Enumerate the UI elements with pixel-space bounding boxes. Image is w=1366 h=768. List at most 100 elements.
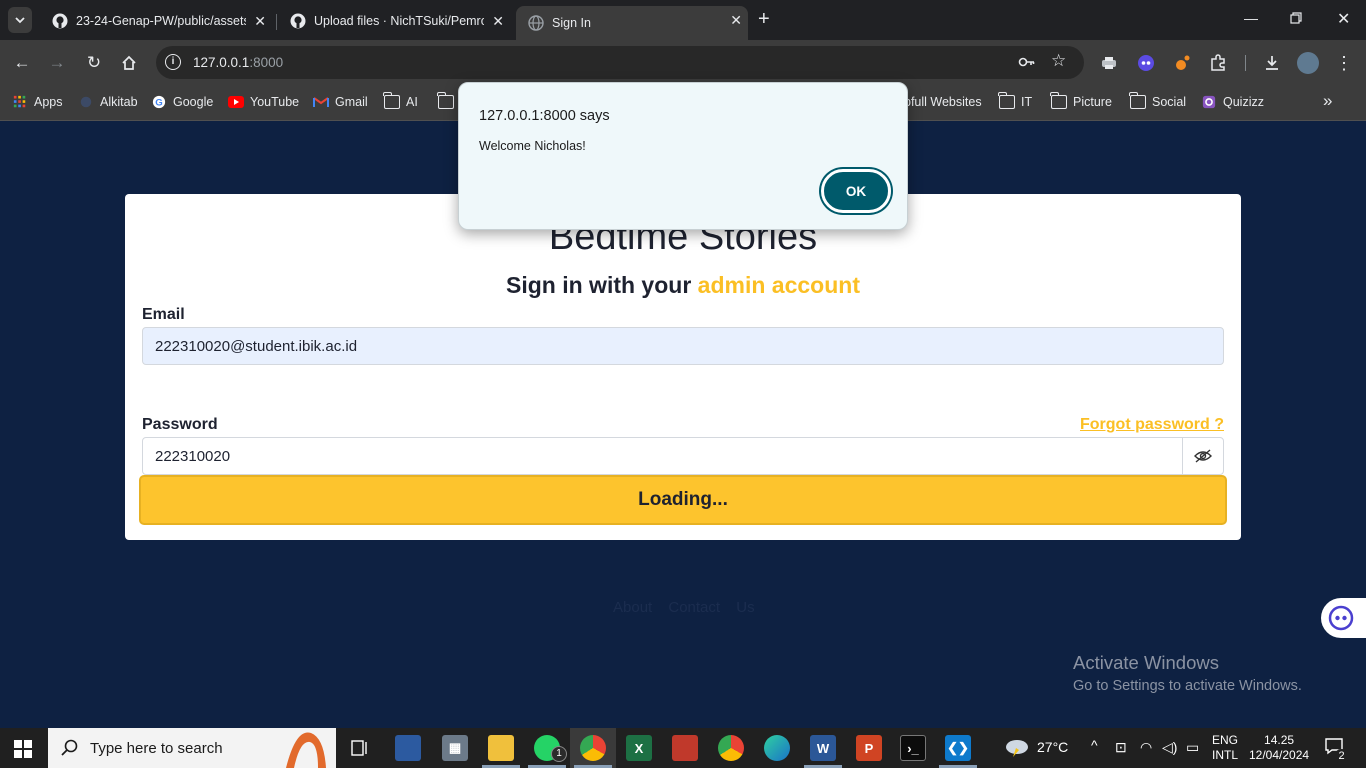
google-icon: G [152,95,166,109]
restore-icon[interactable] [1290,11,1302,27]
close-icon[interactable]: ✕ [730,12,742,29]
close-icon[interactable]: ✕ [492,13,504,30]
extension-orange-icon[interactable] [1172,53,1192,73]
file-explorer-icon[interactable] [488,735,514,761]
apps-grid-icon [13,95,26,108]
control-panel-icon[interactable] [395,735,421,761]
globe-icon [528,15,544,31]
bookmark-folder-ai[interactable]: AI [383,92,418,109]
weather-icon[interactable] [1004,736,1030,761]
bookmark-star-icon[interactable]: ☆ [1051,51,1066,71]
bookmark-folder-picture[interactable]: Picture [1050,92,1112,109]
bookmark-quizizz[interactable]: Quizizz [1201,95,1264,109]
powerpoint-icon[interactable]: P [856,735,882,761]
toolbar-divider [1245,55,1246,71]
language-indicator[interactable]: ENG INTL [1212,733,1238,763]
github-icon [290,13,306,29]
profile-avatar[interactable] [1297,52,1319,74]
password-field[interactable]: 222310020 [142,437,1183,475]
tab-upload-files[interactable]: Upload files · NichTSuki/Pemrog ✕ [278,6,510,36]
tab-search-button[interactable] [8,7,32,33]
bookmark-folder[interactable] [437,92,460,109]
signin-subtitle: Sign in with your admin account [506,272,860,298]
weather-temperature[interactable]: 27°C [1037,739,1068,755]
bookmark-apps[interactable]: Apps [12,95,63,109]
meet-icon[interactable]: ⊡ [1115,739,1127,756]
alert-dialog: 127.0.0.1:8000 says Welcome Nicholas! OK [458,82,908,230]
url-text[interactable]: 127.0.0.1:8000 [193,55,283,70]
dialog-title: 127.0.0.1:8000 says [479,108,610,124]
windows-start-icon[interactable] [14,740,32,758]
footer-contact-link[interactable]: Contact Us [668,599,754,616]
bookmark-youtube[interactable]: YouTube [228,95,299,109]
task-view-icon[interactable] [347,735,373,761]
extension-bot-icon[interactable] [1136,53,1156,73]
activate-windows-watermark: Activate Windows Go to Settings to activ… [1073,652,1302,694]
back-icon[interactable]: ← [11,52,33,74]
extensions-puzzle-icon[interactable] [1208,53,1228,73]
chrome-profile-icon[interactable] [718,735,744,761]
folder-icon [383,92,400,109]
alkitab-icon [80,96,92,108]
bookmark-folder-social[interactable]: Social [1129,92,1186,109]
taskbar-search[interactable]: Type here to search [48,728,336,768]
footer-about-link[interactable]: About [613,599,652,616]
calculator-icon[interactable]: ▦ [442,735,468,761]
more-bookmarks-icon[interactable]: » [1323,91,1332,111]
quizizz-icon [1202,95,1216,109]
excel-icon[interactable]: X [626,735,652,761]
bookmark-alkitab[interactable]: Alkitab [78,95,138,109]
search-placeholder: Type here to search [90,739,223,757]
clock[interactable]: 14.25 12/04/2024 [1249,733,1309,763]
vscode-icon[interactable]: ❮❯ [945,735,971,761]
folder-icon [1129,92,1146,109]
search-icon [61,739,78,756]
battery-icon[interactable]: ▭ [1186,739,1199,756]
folder-icon [1050,92,1067,109]
tab-github-assets[interactable]: 23-24-Genap-PW/public/assets ✕ [40,6,272,36]
chevron-up-icon[interactable]: ^ [1091,737,1098,753]
forward-icon[interactable]: → [46,52,68,74]
address-bar[interactable]: i 127.0.0.1:8000 ☆ [156,46,1084,79]
search-highlight-arch-icon [286,732,326,768]
bookmark-google[interactable]: G Google [151,95,213,109]
forgot-password-link[interactable]: Forgot password ? [1080,416,1224,434]
email-field[interactable]: 222310020@student.ibik.ac.id [142,327,1224,365]
activate-title: Activate Windows [1073,652,1219,673]
new-tab-button[interactable]: + [758,8,770,31]
word-icon[interactable]: W [810,735,836,761]
gmail-icon [313,97,329,107]
assistant-float-button[interactable] [1321,598,1366,638]
edge-icon[interactable] [764,735,790,761]
folder-icon [437,92,454,109]
wifi-icon[interactable]: ◠ [1140,739,1152,756]
clock-time: 14.25 [1264,733,1295,747]
toggle-password-button[interactable] [1182,437,1224,475]
password-key-icon[interactable] [1018,53,1036,75]
tab-title: 23-24-Genap-PW/public/assets [76,14,246,28]
close-icon[interactable]: ✕ [254,13,266,30]
terminal-icon[interactable]: ›_ [900,735,926,761]
browser-menu-icon[interactable]: ⋮ [1334,53,1354,73]
game-app-icon[interactable] [672,735,698,761]
bookmark-folder-websites[interactable]: pfull Websites [904,95,982,109]
bookmark-gmail[interactable]: Gmail [313,95,368,109]
ok-button[interactable]: OK [821,169,891,213]
tab-title: Upload files · NichTSuki/Pemrog [314,14,484,28]
windows-taskbar: Type here to search ▦ 1 X W P ›_ ❮❯ 27°C… [0,728,1366,768]
tab-sign-in[interactable]: Sign In ✕ [516,6,748,40]
extension-printer-icon[interactable] [1099,53,1119,73]
folder-icon [998,92,1015,109]
signin-button[interactable]: Loading... [139,475,1227,525]
close-window-icon[interactable]: ✕ [1337,9,1350,29]
bookmark-folder-it[interactable]: IT [998,92,1032,109]
tab-divider [276,14,277,30]
site-info-icon[interactable]: i [165,54,181,70]
volume-icon[interactable]: ◁) [1162,739,1177,756]
download-icon[interactable] [1262,53,1282,73]
home-icon[interactable] [118,52,140,74]
minimize-icon[interactable]: — [1244,10,1258,26]
reload-icon[interactable]: ↻ [83,52,105,74]
chrome-icon[interactable] [580,735,606,761]
dialog-message: Welcome Nicholas! [479,139,586,153]
